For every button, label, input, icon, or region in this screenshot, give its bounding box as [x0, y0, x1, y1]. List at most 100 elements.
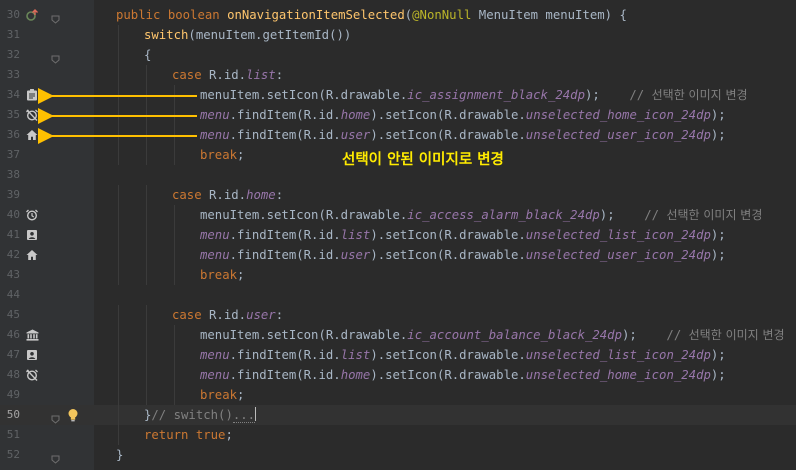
- home-icon: [26, 129, 38, 141]
- line-number[interactable]: 42: [0, 245, 20, 265]
- code-line-33[interactable]: 33 case R.id.list:: [0, 65, 796, 85]
- indent-guide: [146, 245, 147, 265]
- code-line-36[interactable]: 36 menu.findItem(R.id.user).setIcon(R.dra…: [0, 125, 796, 145]
- code-token: R.id.: [209, 308, 247, 322]
- indent-guide: [146, 85, 147, 105]
- line-number[interactable]: 46: [0, 325, 20, 345]
- code-line-34[interactable]: 34 menuItem.setIcon(R.drawable.ic_assignm…: [0, 85, 796, 105]
- code-token: break: [200, 268, 238, 282]
- code-editor[interactable]: 30 public boolean onNavigationItemSelecte…: [0, 0, 796, 470]
- code-line-30[interactable]: 30 public boolean onNavigationItemSelecte…: [0, 5, 796, 25]
- line-number[interactable]: 35: [0, 105, 20, 125]
- code-line-46[interactable]: 46 menuItem.setIcon(R.drawable.ic_account…: [0, 325, 796, 345]
- line-number[interactable]: 32: [0, 45, 20, 65]
- code-token: );: [584, 88, 630, 102]
- bank-icon: [26, 329, 39, 341]
- override-icon[interactable]: [26, 9, 38, 21]
- code-token: menu: [200, 108, 230, 122]
- indent-guide: [118, 225, 119, 245]
- code-token: R.id.: [209, 188, 247, 202]
- code-line-52[interactable]: 52}: [0, 445, 796, 465]
- code-text[interactable]: case R.id.home:: [172, 185, 283, 205]
- code-text[interactable]: menu.findItem(R.id.list).setIcon(R.drawa…: [200, 225, 726, 245]
- code-text[interactable]: menu.findItem(R.id.home).setIcon(R.drawa…: [200, 365, 726, 385]
- intention-bulb-icon[interactable]: [67, 408, 79, 422]
- code-token: ic_account_balance_black_24dp: [407, 328, 622, 342]
- line-number[interactable]: 39: [0, 185, 20, 205]
- code-line-41[interactable]: 41 menu.findItem(R.id.list).setIcon(R.dra…: [0, 225, 796, 245]
- code-line-42[interactable]: 42 menu.findItem(R.id.user).setIcon(R.dra…: [0, 245, 796, 265]
- line-number[interactable]: 51: [0, 425, 20, 445]
- code-text[interactable]: menuItem.setIcon(R.drawable.ic_account_b…: [200, 325, 785, 345]
- line-number[interactable]: 30: [0, 5, 20, 25]
- code-text[interactable]: break;: [200, 385, 244, 405]
- line-number[interactable]: 43: [0, 265, 20, 285]
- code-line-49[interactable]: 49 break;: [0, 385, 796, 405]
- code-text[interactable]: menu.findItem(R.id.user).setIcon(R.drawa…: [200, 125, 726, 145]
- code-text[interactable]: }: [116, 445, 123, 465]
- code-text[interactable]: case R.id.user:: [172, 305, 283, 325]
- code-text[interactable]: public boolean onNavigationItemSelected(…: [116, 5, 627, 25]
- code-token: true: [195, 428, 226, 442]
- line-number[interactable]: 47: [0, 345, 20, 365]
- code-text[interactable]: switch(menuItem.getItemId()): [144, 25, 351, 45]
- fold-marker-icon[interactable]: [51, 10, 60, 24]
- code-text[interactable]: menu.findItem(R.id.list).setIcon(R.drawa…: [200, 345, 726, 365]
- indent-guide: [146, 265, 147, 285]
- code-line-32[interactable]: 32 {: [0, 45, 796, 65]
- line-number[interactable]: 33: [0, 65, 20, 85]
- indent-guide: [118, 185, 119, 205]
- code-token: unselected_list_icon_24dp: [525, 348, 711, 362]
- code-text[interactable]: {: [144, 45, 151, 65]
- account-box-icon: [26, 229, 38, 241]
- line-number[interactable]: 31: [0, 25, 20, 45]
- home-icon: [26, 249, 38, 261]
- code-text[interactable]: break;: [200, 265, 244, 285]
- code-text[interactable]: case R.id.list:: [172, 65, 283, 85]
- code-token: list: [340, 228, 371, 242]
- line-number[interactable]: 44: [0, 285, 20, 305]
- line-number[interactable]: 34: [0, 85, 20, 105]
- code-text[interactable]: menuItem.setIcon(R.drawable.ic_access_al…: [200, 205, 762, 225]
- code-line-39[interactable]: 39 case R.id.home:: [0, 185, 796, 205]
- code-text[interactable]: menu.findItem(R.id.user).setIcon(R.drawa…: [200, 245, 726, 265]
- fold-marker-icon[interactable]: [51, 410, 60, 424]
- code-line-40[interactable]: 40 menuItem.setIcon(R.drawable.ic_access_…: [0, 205, 796, 225]
- code-line-48[interactable]: 48 menu.findItem(R.id.home).setIcon(R.dra…: [0, 365, 796, 385]
- line-number[interactable]: 45: [0, 305, 20, 325]
- line-number[interactable]: 49: [0, 385, 20, 405]
- code-token: }: [116, 448, 124, 462]
- indent-guide: [146, 125, 147, 145]
- code-line-51[interactable]: 51 return true;: [0, 425, 796, 445]
- line-number[interactable]: 37: [0, 145, 20, 165]
- code-line-50[interactable]: 50 }// switch()...: [0, 405, 796, 425]
- line-number[interactable]: 38: [0, 165, 20, 185]
- code-text[interactable]: menu.findItem(R.id.home).setIcon(R.drawa…: [200, 105, 726, 125]
- line-number[interactable]: 40: [0, 205, 20, 225]
- indent-guide: [118, 345, 119, 365]
- line-number[interactable]: 36: [0, 125, 20, 145]
- code-text[interactable]: return true;: [144, 425, 233, 445]
- fold-marker-icon[interactable]: [51, 50, 60, 64]
- code-token: menuItem.setIcon(R.drawable.: [200, 88, 408, 102]
- code-line-47[interactable]: 47 menu.findItem(R.id.list).setIcon(R.dra…: [0, 345, 796, 365]
- line-number[interactable]: 48: [0, 365, 20, 385]
- line-number[interactable]: 41: [0, 225, 20, 245]
- code-line-31[interactable]: 31 switch(menuItem.getItemId()): [0, 25, 796, 45]
- fold-marker-icon[interactable]: [51, 450, 60, 464]
- code-line-35[interactable]: 35 menu.findItem(R.id.home).setIcon(R.dra…: [0, 105, 796, 125]
- code-text[interactable]: break;: [200, 145, 244, 165]
- line-number[interactable]: 50: [0, 405, 20, 425]
- code-token: @NonNull: [412, 8, 479, 22]
- indent-guide: [146, 305, 147, 325]
- code-text[interactable]: menuItem.setIcon(R.drawable.ic_assignmen…: [200, 85, 748, 105]
- code-line-44[interactable]: 44: [0, 285, 796, 305]
- code-token: user: [246, 308, 276, 322]
- code-text[interactable]: }// switch()...: [144, 405, 257, 425]
- code-token: menuItem.setIcon(R.drawable.: [200, 328, 408, 342]
- code-line-43[interactable]: 43 break;: [0, 265, 796, 285]
- code-token: user: [340, 248, 371, 262]
- code-token: ).setIcon(R.drawable.: [370, 368, 526, 382]
- code-line-45[interactable]: 45 case R.id.user:: [0, 305, 796, 325]
- line-number[interactable]: 52: [0, 445, 20, 465]
